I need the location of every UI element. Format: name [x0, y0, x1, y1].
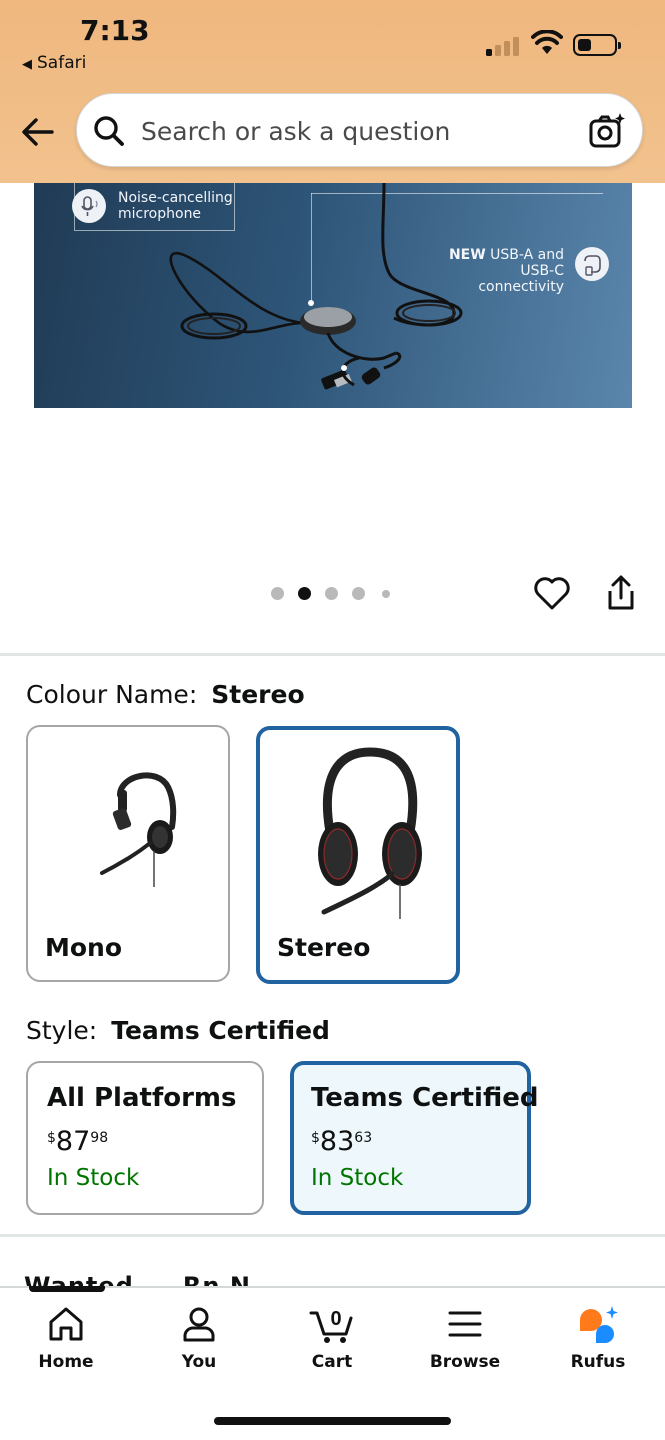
- nav-rufus-label: Rufus: [570, 1352, 626, 1372]
- style-option-price: $8798: [47, 1126, 108, 1157]
- price-whole: 87: [55, 1126, 91, 1157]
- colour-label-row: Colour Name: Stereo: [26, 680, 305, 709]
- heart-icon[interactable]: [533, 574, 571, 612]
- style-label-row: Style: Teams Certified: [26, 1016, 330, 1045]
- style-selected-value: Teams Certified: [111, 1016, 330, 1045]
- back-to-app-link[interactable]: ◀ Safari: [22, 53, 86, 73]
- nav-browse[interactable]: Browse: [405, 1304, 525, 1384]
- nav-cart[interactable]: 0 Cart: [272, 1304, 392, 1384]
- nav-cart-label: Cart: [311, 1352, 353, 1372]
- nav-home[interactable]: Home: [6, 1304, 126, 1384]
- cellular-signal-icon: [486, 34, 520, 56]
- section-divider: [0, 1234, 665, 1237]
- nav-you[interactable]: You: [139, 1304, 259, 1384]
- next-section-peek: Wanted ... Rn N: [24, 1272, 251, 1286]
- back-triangle-icon: ◀: [22, 57, 32, 72]
- price-currency: $: [47, 1130, 56, 1146]
- headset-cable-illustration: [169, 183, 463, 390]
- style-label: Style:: [26, 1016, 98, 1045]
- carousel-dot[interactable]: [271, 587, 284, 600]
- price-fraction: 98: [90, 1130, 109, 1146]
- style-option-all-platforms[interactable]: All Platforms $8798 In Stock: [26, 1061, 264, 1215]
- rufus-icon: [580, 1306, 618, 1343]
- colour-option-stereo[interactable]: Stereo: [256, 726, 460, 984]
- price-whole: 83: [319, 1126, 355, 1157]
- price-currency: $: [311, 1130, 320, 1146]
- camera-icon[interactable]: [588, 112, 626, 150]
- status-time: 7:13: [80, 14, 150, 47]
- carousel-dot-active[interactable]: [298, 587, 311, 600]
- battery-icon: [573, 34, 621, 56]
- style-option-price: $8363: [311, 1126, 372, 1157]
- stock-status: In Stock: [311, 1165, 404, 1191]
- nav-browse-label: Browse: [429, 1352, 501, 1372]
- share-icon[interactable]: [604, 574, 638, 612]
- colour-option-mono[interactable]: Mono: [26, 725, 230, 982]
- wifi-icon: [531, 30, 563, 54]
- back-arrow-icon[interactable]: [20, 114, 56, 150]
- stereo-headset-image: [318, 747, 422, 919]
- cart-count-badge: 0: [330, 1308, 341, 1330]
- mono-headset-image: [100, 772, 177, 887]
- header: 7:13 ◀ Safari Search or ask a question: [0, 0, 665, 183]
- home-icon: [49, 1307, 83, 1341]
- style-option-title: All Platforms: [47, 1083, 237, 1113]
- product-image[interactable]: Noise-cancelling microphone NEW USB-A an…: [34, 183, 632, 408]
- menu-icon: [448, 1311, 482, 1337]
- search-icon: [94, 116, 124, 146]
- colour-option-mono-label: Mono: [45, 933, 123, 962]
- stock-status: In Stock: [47, 1165, 140, 1191]
- section-divider: [0, 653, 665, 656]
- colour-option-stereo-label: Stereo: [277, 933, 371, 962]
- back-app-label: Safari: [37, 53, 87, 73]
- cart-icon: 0: [309, 1308, 353, 1343]
- nav-rufus[interactable]: Rufus: [538, 1304, 658, 1384]
- search-input[interactable]: Search or ask a question: [141, 117, 450, 146]
- carousel-dot[interactable]: [382, 590, 390, 598]
- user-icon: [183, 1307, 215, 1342]
- nav-you-label: You: [181, 1352, 217, 1372]
- nav-home-label: Home: [38, 1352, 94, 1372]
- price-fraction: 63: [354, 1130, 373, 1146]
- style-option-teams-certified[interactable]: Teams Certified $8363 In Stock: [290, 1061, 538, 1215]
- carousel-dot[interactable]: [325, 587, 338, 600]
- colour-label: Colour Name:: [26, 680, 198, 709]
- colour-selected-value: Stereo: [211, 680, 305, 709]
- home-indicator[interactable]: [214, 1417, 451, 1425]
- style-option-title: Teams Certified: [311, 1083, 539, 1113]
- active-tab-indicator: [29, 1286, 105, 1292]
- carousel-dot[interactable]: [352, 587, 365, 600]
- search-bar[interactable]: Search or ask a question: [76, 93, 643, 167]
